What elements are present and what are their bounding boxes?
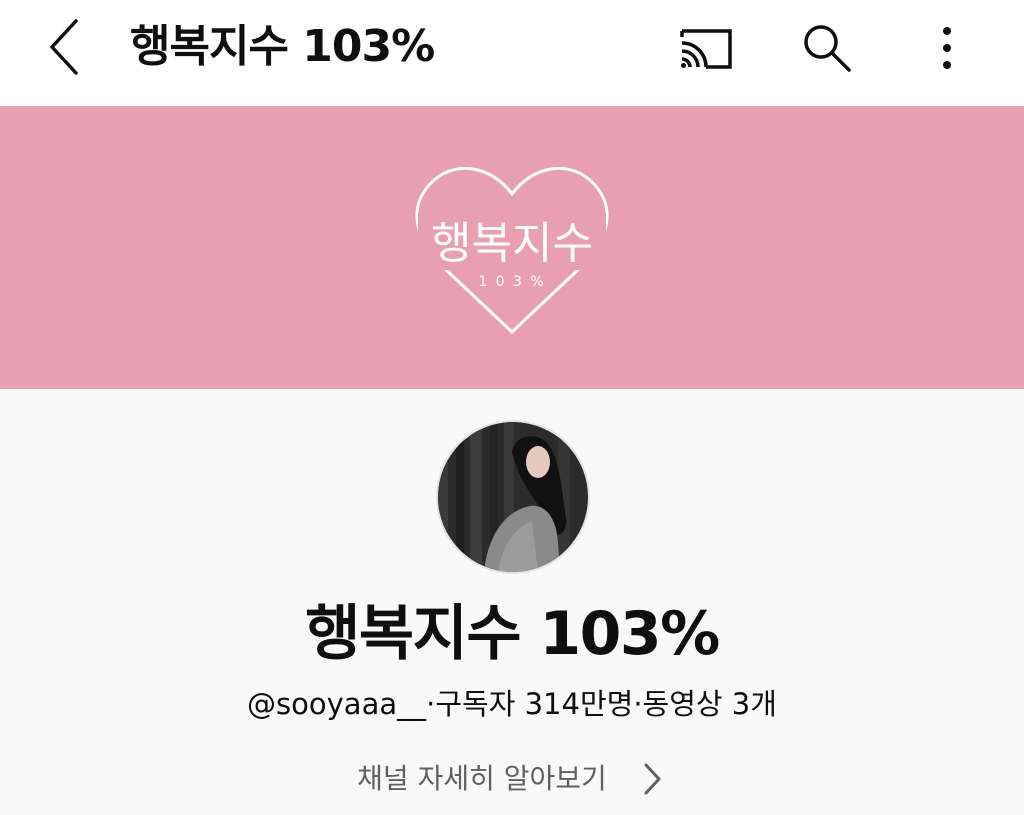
channel-handle: @sooyaaa__ [247,687,427,721]
channel-avatar[interactable] [436,420,590,574]
cast-button[interactable] [674,18,738,82]
banner-logo-text: 행복지수 [431,218,593,269]
channel-meta: @sooyaaa__·구독자 314만명·동영상 3개 [0,684,1024,724]
banner-logo-subtext: 1 0 3 % [478,274,545,290]
video-count: 동영상 3개 [642,687,777,721]
back-button[interactable] [36,14,96,84]
banner-heart-logo: 행복지수 1 0 3 % [412,154,612,344]
search-icon [799,20,855,80]
channel-details-link[interactable]: 채널 자세히 알아보기 [0,756,1024,802]
search-button[interactable] [795,18,859,82]
channel-banner: 행복지수 1 0 3 % [0,106,1024,389]
page-title: 행복지수 103% [130,21,435,72]
channel-page: 행복지수 103% 행복지수 1 0 3 % 행복지수 103% @sooyaa… [0,0,1024,815]
chevron-right-icon [637,756,667,802]
more-options-button[interactable] [915,18,979,82]
channel-details-label: 채널 자세히 알아보기 [357,762,607,795]
more-vertical-icon [937,23,957,77]
top-app-bar: 행복지수 103% [0,0,1024,106]
chevron-left-icon [46,15,86,83]
cast-icon [676,23,736,77]
meta-separator: · [426,687,436,721]
meta-separator: · [633,687,643,721]
channel-name: 행복지수 103% [305,599,720,669]
subscriber-count: 구독자 314만명 [435,687,634,721]
